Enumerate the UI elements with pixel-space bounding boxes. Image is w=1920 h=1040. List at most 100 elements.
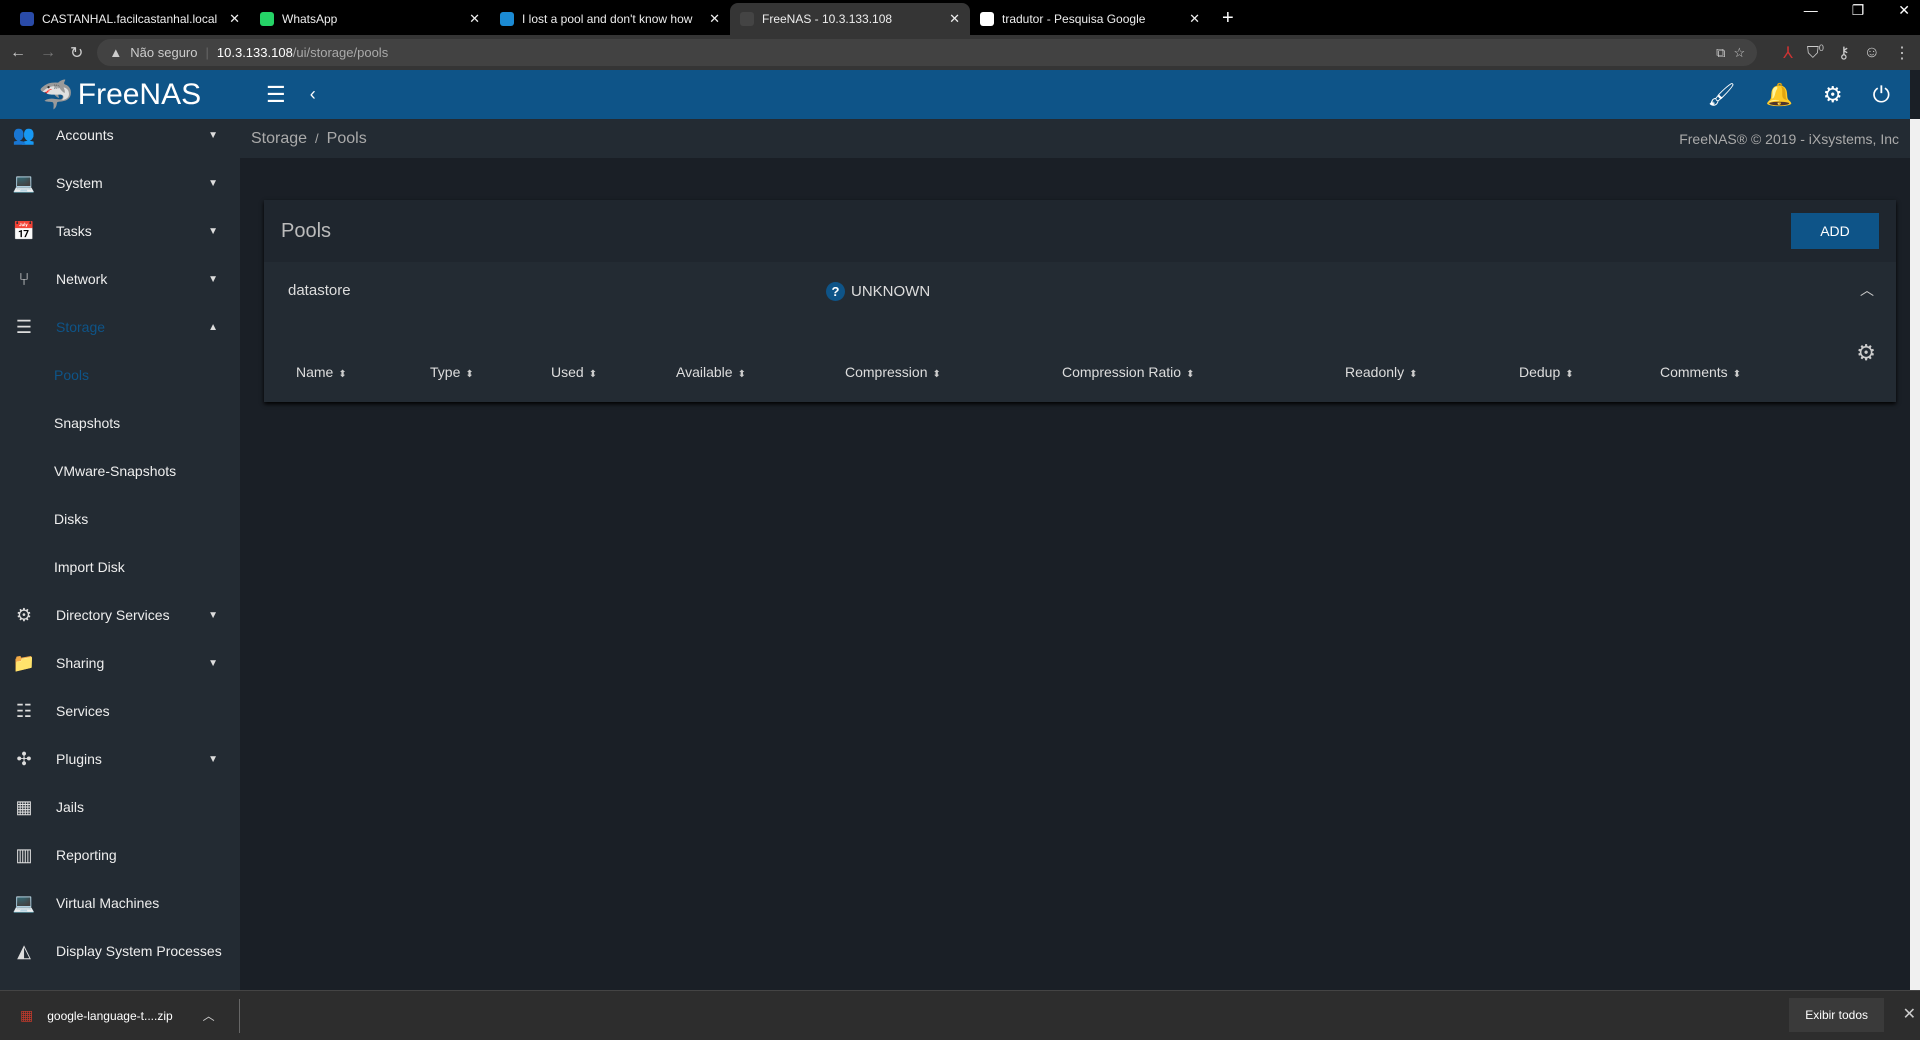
breadcrumb-storage[interactable]: Storage — [251, 130, 307, 148]
pools-card: Pools ADD datastore ? UNKNOWN ︿ ⚙ Name ⬍ Ty… — [264, 200, 1896, 402]
power-icon[interactable]: ⏻ — [1873, 82, 1890, 108]
sidebar-icon: ☰ — [15, 316, 33, 337]
sidebar-item-snapshots[interactable]: Snapshots — [0, 399, 240, 447]
download-item[interactable]: google-language-t....zip — [47, 1009, 172, 1023]
caret-icon: ▼ — [208, 609, 218, 621]
pool-row[interactable]: datastore ? UNKNOWN ︿ — [264, 262, 1896, 322]
tab-title: CASTANHAL.facilcastanhal.local - — [42, 12, 222, 26]
gear-icon[interactable]: ⚙ — [1823, 82, 1843, 108]
close-window-button[interactable]: ✕ — [1898, 2, 1910, 19]
column-header[interactable]: Dedup ⬍ — [1519, 364, 1574, 380]
bell-icon[interactable]: 🔔 — [1765, 82, 1792, 108]
sidebar-item-label: Pools — [54, 367, 90, 383]
key-icon[interactable]: ⚷ — [1838, 43, 1850, 63]
sidebar-item-disks[interactable]: Disks — [0, 495, 240, 543]
breadcrumb-pools: Pools — [326, 129, 367, 147]
show-all-button[interactable]: Exibir todos — [1789, 998, 1884, 1032]
tab-favicon-icon — [740, 12, 754, 26]
sidebar-item-tasks[interactable]: 📅 Tasks ▼ — [0, 207, 240, 255]
browser-tab[interactable]: tradutor - Pesquisa Google ✕ — [970, 3, 1210, 35]
browser-tab[interactable]: FreeNAS - 10.3.133.108 ✕ — [730, 3, 970, 35]
browser-tab[interactable]: WhatsApp ✕ — [250, 3, 490, 35]
chevron-up-icon[interactable]: ︿ — [1860, 280, 1874, 300]
sidebar-item-label: Reporting — [56, 847, 117, 863]
sidebar-item-jails[interactable]: ▦ Jails — [0, 783, 240, 831]
sidebar-item-shell[interactable]: >Shell — [0, 975, 240, 991]
sidebar-item-label: Directory Services — [56, 607, 170, 623]
theme-icon[interactable]: 🖌 — [1708, 82, 1736, 108]
url-path: /ui/storage/pools — [292, 45, 389, 60]
sidebar-icon: ▥ — [15, 844, 33, 865]
sidebar-item-directory-services[interactable]: ⚙ Directory Services ▼ — [0, 591, 240, 639]
column-header[interactable]: Comments ⬍ — [1660, 364, 1741, 380]
security-label: Não seguro — [130, 45, 198, 60]
column-header[interactable]: Compression ⬍ — [845, 364, 941, 380]
download-chevron-icon[interactable]: ︿ — [203, 1007, 215, 1024]
minimize-button[interactable]: — — [1804, 2, 1818, 19]
sidebar-item-plugins[interactable]: ✣ Plugins ▼ — [0, 735, 240, 783]
sidebar-item-network[interactable]: ⑂ Network ▼ — [0, 255, 240, 303]
tab-favicon-icon — [980, 12, 994, 26]
pool-name: datastore — [288, 282, 351, 299]
new-tab-button[interactable]: + — [1210, 3, 1246, 35]
sidebar-item-label: Snapshots — [54, 415, 121, 431]
caret-icon: ▼ — [208, 753, 218, 765]
tab-close-icon[interactable]: ✕ — [949, 11, 960, 27]
add-button[interactable]: ADD — [1791, 213, 1879, 249]
tab-close-icon[interactable]: ✕ — [1189, 11, 1200, 27]
menu-toggle-icon[interactable]: ☰ — [266, 82, 286, 108]
back-icon[interactable]: ← — [10, 44, 26, 62]
sidebar-item-storage[interactable]: ☰ Storage ▲ — [0, 303, 240, 351]
pdf-extension-icon[interactable]: ⅄ — [1783, 43, 1793, 63]
column-header[interactable]: Name ⬍ — [296, 364, 347, 380]
logo-text: FreeNAS — [77, 77, 202, 111]
tab-close-icon[interactable]: ✕ — [469, 11, 480, 27]
collapse-icon[interactable]: ‹ — [310, 84, 316, 105]
sidebar-item-reporting[interactable]: ▥ Reporting — [0, 831, 240, 879]
freenas-logo[interactable]: 🦈 FreeNAS — [0, 78, 240, 112]
column-header[interactable]: Type ⬍ — [430, 364, 474, 380]
forward-icon[interactable]: → — [40, 44, 56, 62]
sidebar-item-vmware-snapshots[interactable]: VMware-Snapshots — [0, 447, 240, 495]
column-label: Compression Ratio — [1062, 364, 1182, 380]
sidebar-item-sharing[interactable]: 📁 Sharing ▼ — [0, 639, 240, 687]
sort-icon: ⬍ — [737, 369, 746, 380]
sidebar-item-system[interactable]: 💻 System ▼ — [0, 159, 240, 207]
sidebar-item-label: Display System Processes — [56, 943, 222, 959]
tab-close-icon[interactable]: ✕ — [709, 11, 720, 27]
address-bar[interactable]: ▲ Não seguro | 10.3.133.108/ui/storage/p… — [97, 39, 1758, 66]
sidebar-item-virtual-machines[interactable]: 💻 Virtual Machines — [0, 879, 240, 927]
sidebar: 👥 Accounts ▼ 💻 System ▼ 📅 Tasks ▼ ⑂ Network ▼ ☰ Stora… — [0, 119, 240, 990]
browser-tab[interactable]: CASTANHAL.facilcastanhal.local - ✕ — [10, 3, 250, 35]
translate-icon[interactable]: ⧉ — [1716, 45, 1725, 61]
shield-extension-icon[interactable]: ⛉0 — [1807, 43, 1824, 62]
sidebar-item-import-disk[interactable]: Import Disk — [0, 543, 240, 591]
tab-close-icon[interactable]: ✕ — [229, 11, 240, 27]
shark-icon: 🦈 — [38, 79, 74, 110]
menu-icon[interactable]: ⋮ — [1894, 43, 1910, 63]
column-header[interactable]: Readonly ⬍ — [1345, 364, 1418, 380]
sidebar-item-display-system-processes[interactable]: ◭ Display System Processes — [0, 927, 240, 975]
sort-icon: ⬍ — [1732, 369, 1742, 380]
pool-settings-gear-icon[interactable]: ⚙ — [1856, 340, 1876, 366]
browser-tab[interactable]: I lost a pool and don't know how ✕ — [490, 3, 730, 35]
caret-icon: ▼ — [208, 273, 218, 285]
reload-icon[interactable]: ↻ — [70, 43, 83, 63]
profile-avatar[interactable]: ☺ — [1864, 44, 1880, 62]
sidebar-item-pools[interactable]: Pools — [0, 351, 240, 399]
sidebar-item-label: Import Disk — [54, 559, 125, 575]
sidebar-item-services[interactable]: ☷ Services — [0, 687, 240, 735]
sidebar-icon: ⚙ — [15, 604, 33, 625]
sidebar-icon: 💻 — [12, 892, 36, 913]
column-header[interactable]: Compression Ratio ⬍ — [1062, 364, 1194, 380]
sidebar-item-accounts[interactable]: 👥 Accounts ▼ — [0, 119, 240, 159]
page-scrollbar[interactable] — [1910, 119, 1920, 990]
sidebar-item-label: Sharing — [56, 655, 105, 671]
column-header[interactable]: Available ⬍ — [676, 364, 746, 380]
close-download-bar-icon[interactable]: ✕ — [1903, 1004, 1916, 1024]
star-icon[interactable]: ☆ — [1733, 45, 1745, 61]
caret-icon: ▼ — [208, 129, 218, 141]
column-header[interactable]: Used ⬍ — [551, 364, 597, 380]
restore-button[interactable]: ❐ — [1852, 2, 1865, 19]
download-bar: ▦ google-language-t....zip ︿ Exibir todo… — [0, 990, 1920, 1040]
